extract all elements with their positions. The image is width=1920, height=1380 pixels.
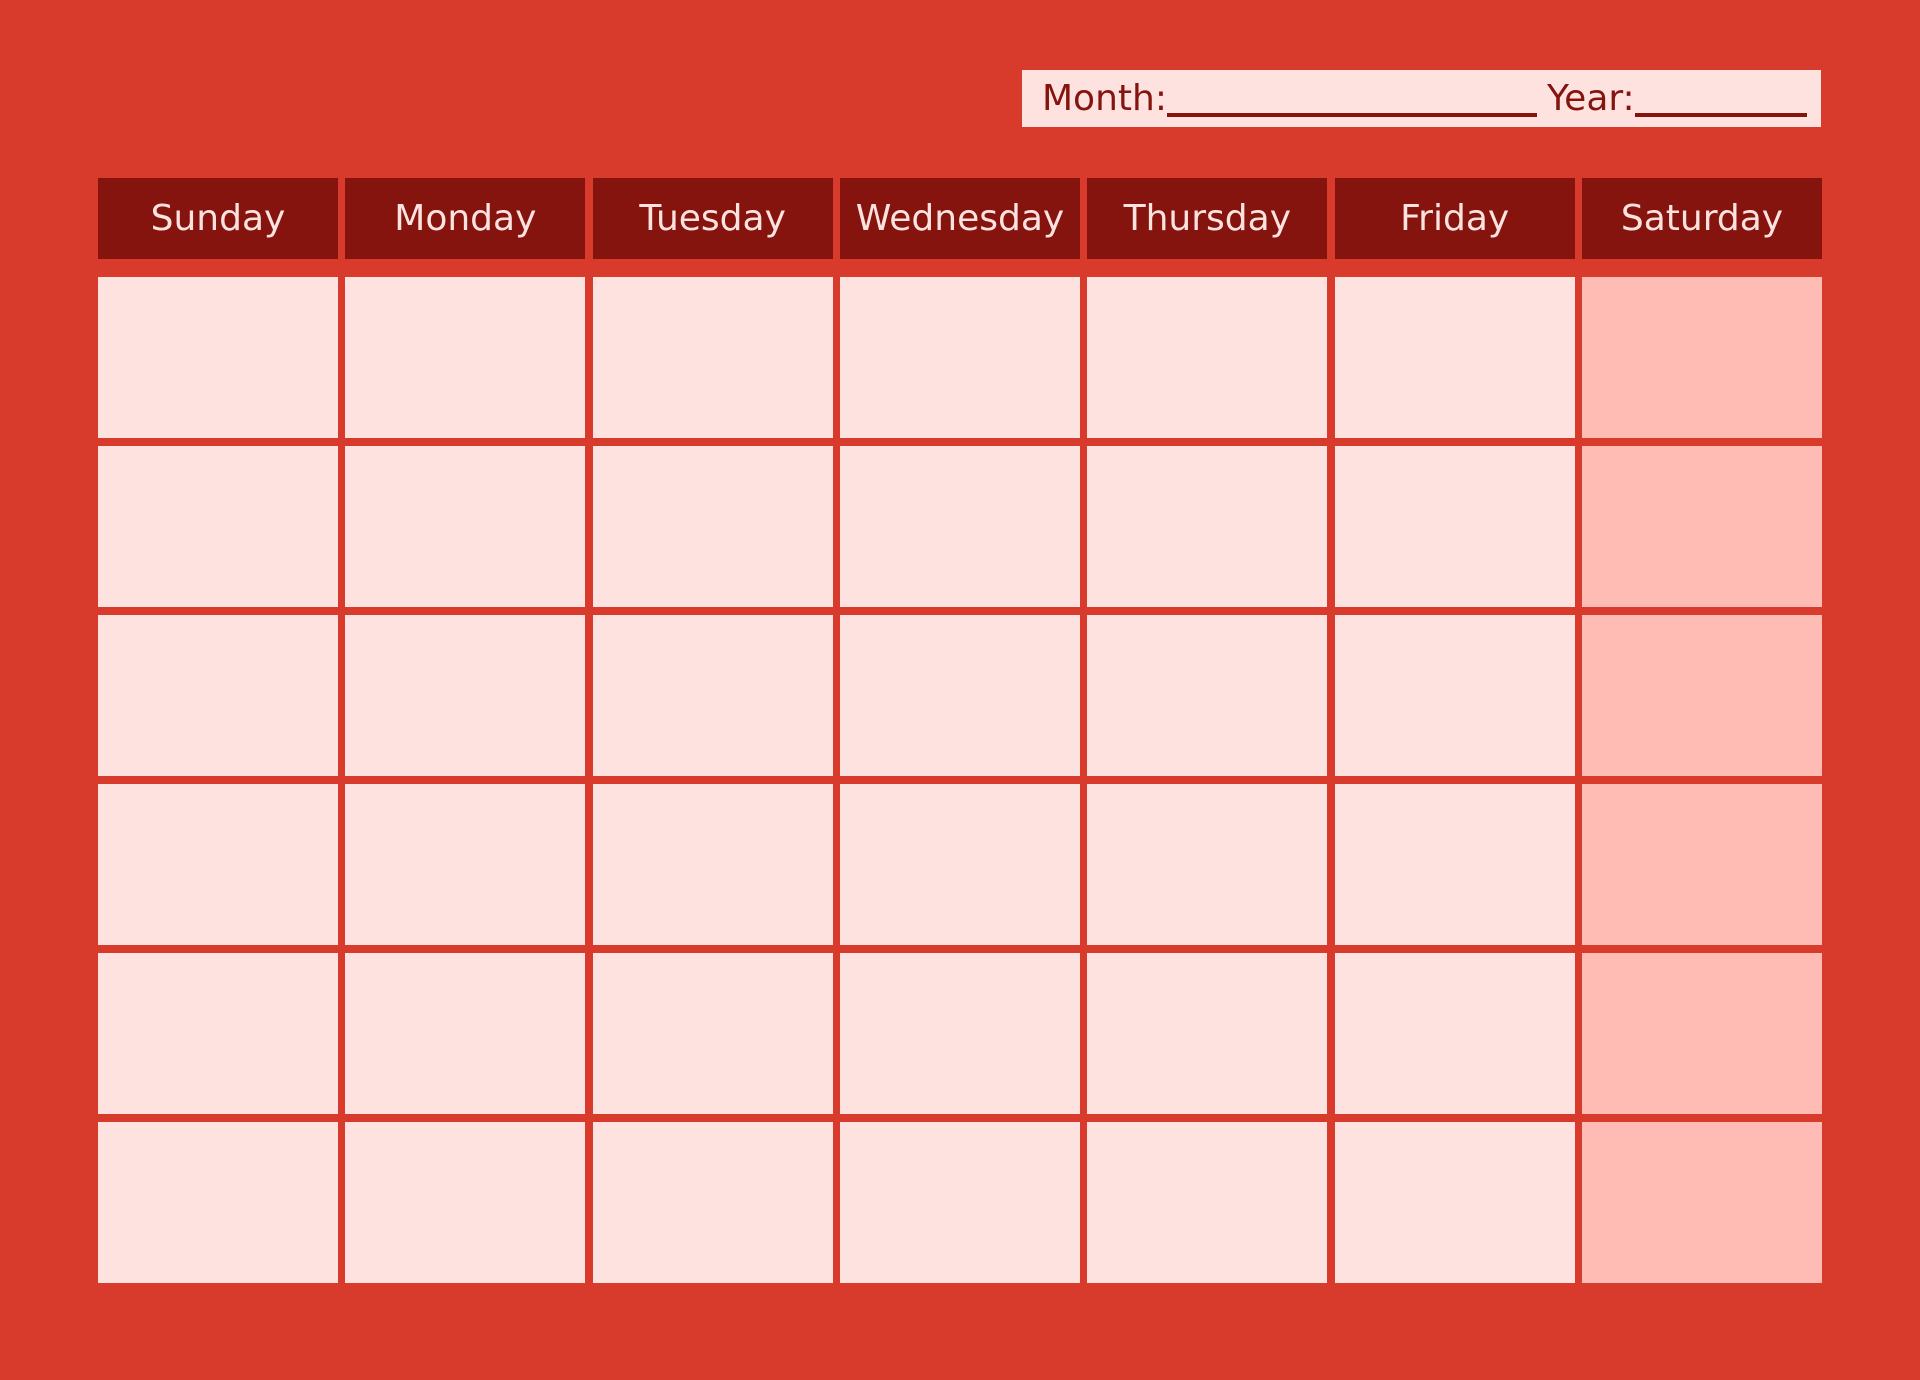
day-cell[interactable] <box>592 784 833 945</box>
day-cell[interactable] <box>592 1122 833 1283</box>
day-cell[interactable] <box>1581 953 1822 1114</box>
day-cell[interactable] <box>98 953 338 1114</box>
day-cell[interactable] <box>1581 615 1822 776</box>
day-cell[interactable] <box>1334 446 1575 607</box>
day-cell[interactable] <box>1581 446 1822 607</box>
calendar-grid <box>98 277 1822 1283</box>
day-cell[interactable] <box>98 277 338 438</box>
day-cell[interactable] <box>345 277 586 438</box>
day-cell[interactable] <box>345 1122 586 1283</box>
weekday-header: Friday <box>1334 178 1575 259</box>
day-cell[interactable] <box>839 446 1080 607</box>
day-cell[interactable] <box>1087 953 1328 1114</box>
day-cell[interactable] <box>592 953 833 1114</box>
year-input-line[interactable] <box>1634 81 1807 117</box>
day-cell[interactable] <box>839 1122 1080 1283</box>
day-cell[interactable] <box>1087 1122 1328 1283</box>
weekday-header: Tuesday <box>592 178 833 259</box>
day-cell[interactable] <box>345 953 586 1114</box>
month-input-line[interactable] <box>1166 81 1537 117</box>
day-cell[interactable] <box>1581 1122 1822 1283</box>
day-cell[interactable] <box>592 277 833 438</box>
weekday-header: Saturday <box>1581 178 1822 259</box>
day-cell[interactable] <box>839 784 1080 945</box>
month-year-field: Month: Year: <box>1022 70 1821 127</box>
weekday-header: Thursday <box>1087 178 1328 259</box>
day-cell[interactable] <box>98 446 338 607</box>
day-cell[interactable] <box>839 277 1080 438</box>
year-label: Year: <box>1546 78 1635 119</box>
day-cell[interactable] <box>1087 784 1328 945</box>
day-cell[interactable] <box>98 1122 338 1283</box>
day-cell[interactable] <box>345 446 586 607</box>
day-cell[interactable] <box>592 446 833 607</box>
day-cell[interactable] <box>1334 615 1575 776</box>
day-cell[interactable] <box>1334 1122 1575 1283</box>
day-cell[interactable] <box>839 953 1080 1114</box>
weekday-header: Sunday <box>98 178 338 259</box>
day-cell[interactable] <box>1334 277 1575 438</box>
day-cell[interactable] <box>1334 784 1575 945</box>
month-label: Month: <box>1042 78 1167 119</box>
day-cell[interactable] <box>345 615 586 776</box>
day-cell[interactable] <box>592 615 833 776</box>
day-cell[interactable] <box>98 615 338 776</box>
day-cell[interactable] <box>1087 615 1328 776</box>
day-cell[interactable] <box>1581 277 1822 438</box>
weekday-header: Wednesday <box>839 178 1080 259</box>
day-cell[interactable] <box>1334 953 1575 1114</box>
day-cell[interactable] <box>98 784 338 945</box>
day-cell[interactable] <box>345 784 586 945</box>
day-cell[interactable] <box>1581 784 1822 945</box>
day-cell[interactable] <box>839 615 1080 776</box>
day-cell[interactable] <box>1087 446 1328 607</box>
weekday-header: Monday <box>345 178 586 259</box>
weekday-header-row: Sunday Monday Tuesday Wednesday Thursday… <box>98 178 1822 259</box>
day-cell[interactable] <box>1087 277 1328 438</box>
